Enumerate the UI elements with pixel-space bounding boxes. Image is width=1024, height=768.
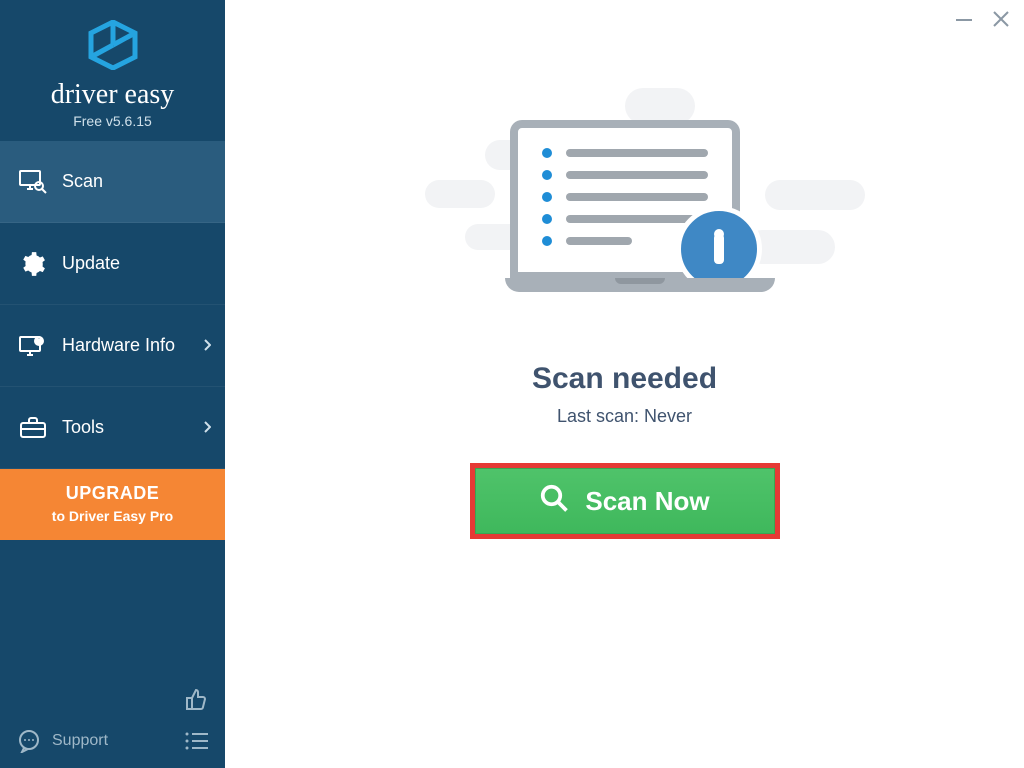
nav-item-scan[interactable]: Scan	[0, 141, 225, 223]
window-controls	[954, 10, 1010, 34]
scan-status-headline: Scan needed	[532, 362, 717, 396]
close-button[interactable]	[992, 10, 1010, 34]
upgrade-button[interactable]: UPGRADE to Driver Easy Pro	[0, 469, 225, 540]
nav-item-label: Tools	[62, 417, 104, 438]
upgrade-line2: to Driver Easy Pro	[10, 508, 215, 524]
support-chat-icon[interactable]	[16, 728, 42, 754]
brand-logo-icon	[87, 20, 139, 75]
scan-now-button[interactable]: Scan Now	[475, 468, 775, 534]
search-icon	[539, 483, 569, 520]
nav: Scan Update i Hardware Info	[0, 141, 225, 540]
brand-block: driver easy Free v5.6.15	[0, 0, 225, 141]
monitor-search-icon	[18, 167, 48, 197]
main-area: Scan needed Last scan: Never Scan Now	[225, 0, 1024, 768]
sidebar: driver easy Free v5.6.15 Scan	[0, 0, 225, 768]
chevron-right-icon	[203, 338, 211, 354]
list-menu-icon[interactable]	[183, 728, 209, 754]
toolbox-icon	[18, 413, 48, 443]
chevron-right-icon	[203, 420, 211, 436]
upgrade-line1: UPGRADE	[10, 483, 215, 504]
nav-item-label: Update	[62, 253, 120, 274]
brand-version: Free v5.6.15	[73, 113, 152, 129]
sidebar-footer: Support	[0, 718, 225, 768]
nav-item-update[interactable]: Update	[0, 223, 225, 305]
brand-name: driver easy	[51, 79, 175, 111]
nav-item-label: Scan	[62, 171, 103, 192]
nav-item-tools[interactable]: Tools	[0, 387, 225, 469]
scan-now-label: Scan Now	[585, 486, 709, 517]
nav-item-hardware-info[interactable]: i Hardware Info	[0, 305, 225, 387]
hardware-info-icon: i	[18, 331, 48, 361]
minimize-button[interactable]	[954, 10, 974, 34]
scan-illustration	[385, 80, 865, 340]
last-scan-label: Last scan: Never	[557, 406, 692, 427]
support-link[interactable]: Support	[52, 732, 173, 750]
nav-item-label: Hardware Info	[62, 335, 175, 356]
thumbs-up-icon[interactable]	[185, 687, 209, 716]
laptop-icon	[505, 120, 745, 292]
scan-button-highlight: Scan Now	[470, 463, 780, 539]
gear-icon	[18, 249, 48, 279]
